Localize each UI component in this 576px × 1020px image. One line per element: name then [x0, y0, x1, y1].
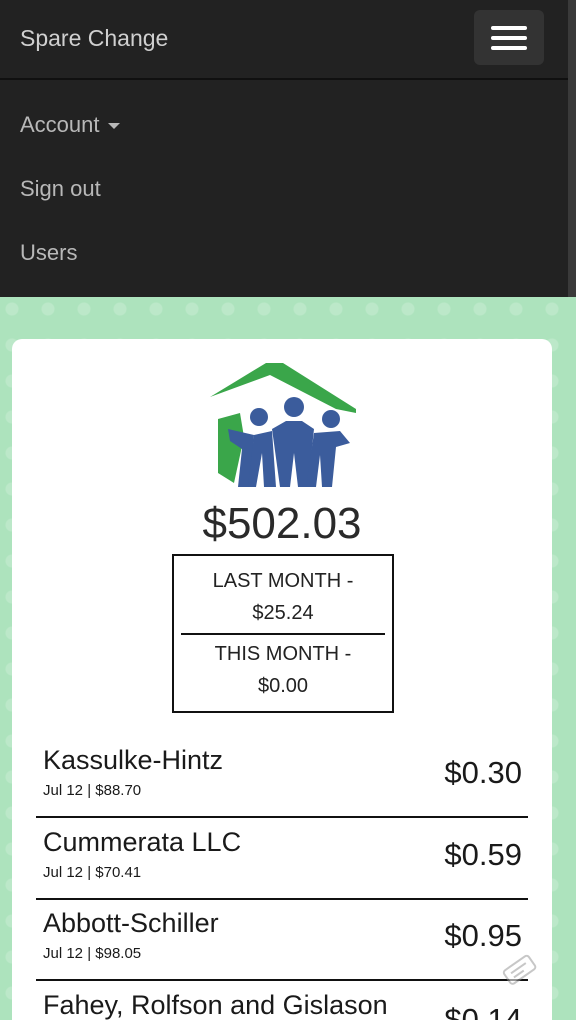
charity-house-logo-icon [210, 363, 356, 487]
merchant-name: Cummerata LLC [43, 827, 242, 857]
this-month-value: $0.00 [257, 675, 309, 697]
top-navbar: Spare Change Account Sign out Users [0, 0, 576, 297]
navbar-divider [0, 78, 568, 80]
nav-item-account[interactable]: Account [20, 111, 120, 139]
merchant-name: Abbott-Schiller [43, 908, 219, 938]
roundup-amount: $0.30 [444, 755, 522, 790]
brand-link[interactable]: Spare Change [20, 24, 168, 52]
nav-item-label: Account [20, 112, 100, 137]
roundup-amount: $0.59 [444, 837, 522, 872]
menu-toggle-button[interactable] [474, 10, 544, 65]
monthly-summary-box: LAST MONTH - $25.24 THIS MONTH - $0.00 [172, 554, 394, 713]
roundup-amount: $0.14 [444, 1002, 522, 1020]
summary-divider [181, 633, 385, 635]
nav-item-sign-out[interactable]: Sign out [20, 175, 101, 203]
feedback-icon [502, 954, 537, 985]
nav-item-label: Sign out [20, 176, 101, 201]
feedback-button[interactable] [498, 948, 540, 990]
transaction-row[interactable]: Fahey, Rolfson and Gislason $0.14 [36, 981, 528, 1020]
total-donated-amount: $502.03 [202, 499, 362, 548]
merchant-name: Kassulke-Hintz [43, 745, 224, 775]
transaction-meta: Jul 12 | $98.05 [43, 945, 142, 962]
transaction-row[interactable]: Cummerata LLC Jul 12 | $70.41 $0.59 [36, 818, 528, 900]
transaction-row[interactable]: Kassulke-Hintz Jul 12 | $88.70 $0.30 [36, 736, 528, 818]
last-month-label: LAST MONTH - [212, 570, 354, 592]
this-month-label: THIS MONTH - [214, 643, 352, 665]
caret-down-icon [107, 123, 120, 130]
merchant-name: Fahey, Rolfson and Gislason [43, 990, 388, 1020]
last-month-value: $25.24 [252, 602, 314, 624]
transaction-row[interactable]: Abbott-Schiller Jul 12 | $98.05 $0.95 [36, 899, 528, 981]
transaction-meta: Jul 12 | $88.70 [43, 782, 142, 799]
nav-item-users[interactable]: Users [20, 239, 77, 267]
transaction-meta: Jul 12 | $70.41 [43, 864, 142, 881]
nav-item-label: Users [20, 240, 78, 265]
donation-summary-card: $502.03 LAST MONTH - $25.24 THIS MONTH -… [12, 339, 552, 1020]
